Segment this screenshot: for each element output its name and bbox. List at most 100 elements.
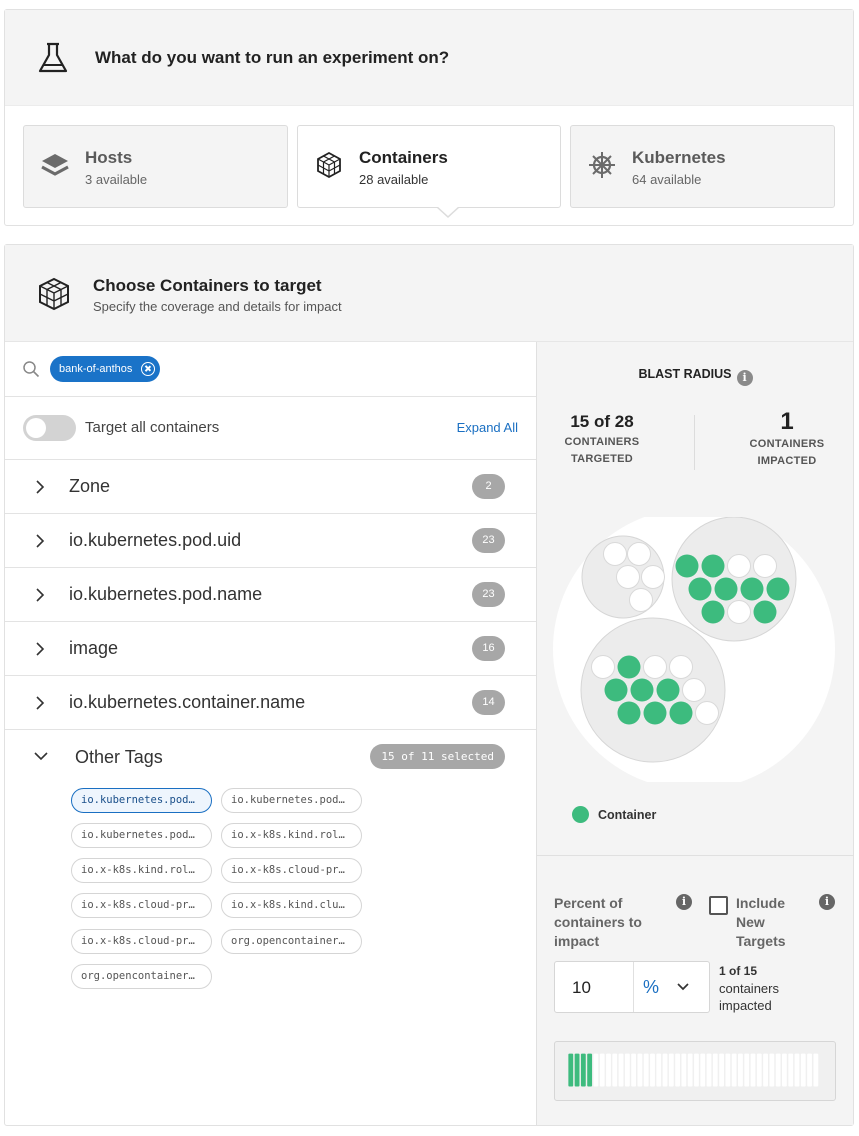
impact-bar-active xyxy=(574,1053,580,1087)
percent-value[interactable]: 10 xyxy=(572,978,591,998)
tag-group-pod-name[interactable]: io.kubernetes.pod.name 23 xyxy=(5,568,536,622)
impact-bar-inactive xyxy=(725,1053,731,1087)
tag-chip[interactable]: io.x-k8s.cloud-pr… xyxy=(71,929,212,954)
choose-targets-panel: Choose Containers to target Specify the … xyxy=(4,244,854,1126)
tag-group-count: 16 xyxy=(472,636,505,661)
target-type-name: Containers xyxy=(359,148,448,167)
tag-group-label: image xyxy=(69,638,119,658)
percent-impact-label: Percent of containers to impact xyxy=(554,895,642,949)
info-icon[interactable]: i xyxy=(676,894,692,910)
impact-bar-inactive xyxy=(618,1053,624,1087)
remove-chip-icon[interactable] xyxy=(141,362,156,376)
tag-group-pod-uid[interactable]: io.kubernetes.pod.uid 23 xyxy=(5,514,536,568)
legend: Container xyxy=(572,806,656,823)
container-targeted-dot xyxy=(740,577,764,601)
impact-bar-inactive xyxy=(593,1053,599,1087)
tag-chip[interactable]: org.opencontainer… xyxy=(71,964,212,989)
tag-group-image[interactable]: image 16 xyxy=(5,622,536,676)
impact-bar-inactive xyxy=(637,1053,643,1087)
container-targeted-dot xyxy=(643,701,667,725)
target-all-toggle[interactable] xyxy=(23,415,76,441)
tag-group-count: 23 xyxy=(472,582,505,607)
target-type-containers[interactable]: Containers 28 available xyxy=(297,125,561,208)
experiment-type-title: What do you want to run an experiment on… xyxy=(95,47,450,67)
include-new-targets-label: Include New Targets xyxy=(736,895,786,949)
tag-chip[interactable]: io.x-k8s.kind.rol… xyxy=(71,858,212,883)
impact-bar-inactive xyxy=(775,1053,781,1087)
impact-bar-inactive xyxy=(750,1053,756,1087)
container-dot xyxy=(591,655,615,679)
unit-select-value[interactable]: % xyxy=(643,977,659,998)
tag-group-label: Zone xyxy=(69,476,111,496)
impact-bar-inactive xyxy=(656,1053,662,1087)
impact-bar-inactive xyxy=(769,1053,775,1087)
tag-group-zone[interactable]: Zone 2 xyxy=(5,460,536,514)
experiment-type-panel: What do you want to run an experiment on… xyxy=(4,9,854,226)
blast-radius-circle-pack xyxy=(553,517,835,782)
container-targeted-dot xyxy=(675,554,699,578)
chevron-down-icon[interactable] xyxy=(33,749,49,763)
percent-input[interactable]: 10 % xyxy=(554,961,710,1013)
impact-bar-inactive xyxy=(731,1053,737,1087)
tag-chip[interactable]: io.kubernetes.pod… xyxy=(71,823,212,848)
impact-bar-inactive xyxy=(719,1053,724,1087)
impact-bar-inactive xyxy=(813,1053,819,1087)
impact-bar-inactive xyxy=(687,1053,693,1087)
tag-chip[interactable]: io.x-k8s.kind.rol… xyxy=(221,823,362,848)
tag-chip[interactable]: io.x-k8s.cloud-pr… xyxy=(71,893,212,918)
info-icon[interactable]: i xyxy=(819,894,835,910)
impact-bar-inactive xyxy=(694,1053,699,1087)
search-bar[interactable]: bank-of-anthos xyxy=(5,342,536,397)
tag-group-label: io.kubernetes.pod.uid xyxy=(69,530,242,550)
container-dot xyxy=(695,701,719,725)
container-legend-dot xyxy=(572,806,589,823)
search-filter-chip-label: bank-of-anthos xyxy=(59,363,133,375)
containers-impacted-summary: 1 of 15 containers impacted xyxy=(719,964,779,1013)
search-filter-chip[interactable]: bank-of-anthos xyxy=(50,356,161,382)
impact-bar-inactive xyxy=(763,1053,768,1087)
target-all-row: Target all containers Expand All xyxy=(5,397,536,460)
impact-bar-inactive xyxy=(662,1053,668,1087)
container-dot xyxy=(629,588,653,612)
selection-caret xyxy=(436,206,460,218)
cube-icon xyxy=(317,151,341,179)
tag-chip[interactable]: org.opencontainer… xyxy=(221,929,362,954)
targeted-value: 15 of 28 xyxy=(570,412,634,431)
container-targeted-dot xyxy=(753,600,777,624)
container-targeted-dot xyxy=(766,577,790,601)
tag-chip[interactable]: io.x-k8s.cloud-pr… xyxy=(221,858,362,883)
chevron-right-icon xyxy=(36,588,45,602)
expand-all-link[interactable]: Expand All xyxy=(457,420,518,435)
experiment-type-header: What do you want to run an experiment on… xyxy=(5,10,853,106)
impact-bar-inactive xyxy=(668,1053,674,1087)
chevron-down-icon[interactable] xyxy=(676,982,690,992)
tag-chip[interactable]: io.x-k8s.kind.clu… xyxy=(221,893,362,918)
chevron-right-icon xyxy=(36,696,45,710)
impact-bar-inactive xyxy=(599,1053,605,1087)
container-dot xyxy=(641,565,665,589)
tag-group-container-name[interactable]: io.kubernetes.container.name 14 xyxy=(5,676,536,730)
stat-divider xyxy=(694,415,695,470)
target-type-hosts[interactable]: Hosts 3 available xyxy=(23,125,288,208)
impact-bar-inactive xyxy=(794,1053,800,1087)
container-targeted-dot xyxy=(630,678,654,702)
container-dot xyxy=(753,554,777,578)
impacted-value: 1 xyxy=(780,408,794,435)
impact-bar-inactive xyxy=(700,1053,706,1087)
info-icon[interactable]: i xyxy=(736,370,753,386)
tag-chip[interactable]: io.kubernetes.pod… xyxy=(221,788,362,813)
containers-targeted-stat: 15 of 28 CONTAINERS TARGETED xyxy=(537,412,667,468)
target-type-kubernetes[interactable]: Kubernetes 64 available xyxy=(570,125,835,208)
impacted-label: CONTAINERS IMPACTED xyxy=(749,438,825,467)
cube-icon xyxy=(39,277,69,311)
chevron-right-icon xyxy=(36,642,45,656)
impact-bar-inactive xyxy=(675,1053,681,1087)
tag-group-count: 14 xyxy=(472,690,505,715)
choose-targets-header: Choose Containers to target Specify the … xyxy=(5,245,853,342)
legend-label: Container xyxy=(598,808,657,822)
tag-group-label: io.kubernetes.container.name xyxy=(69,692,306,712)
include-new-targets-checkbox[interactable] xyxy=(709,896,728,915)
tag-chip[interactable]: io.kubernetes.pod… xyxy=(71,788,212,813)
impact-bar-inactive xyxy=(782,1053,787,1087)
impact-bar-inactive xyxy=(606,1053,611,1087)
